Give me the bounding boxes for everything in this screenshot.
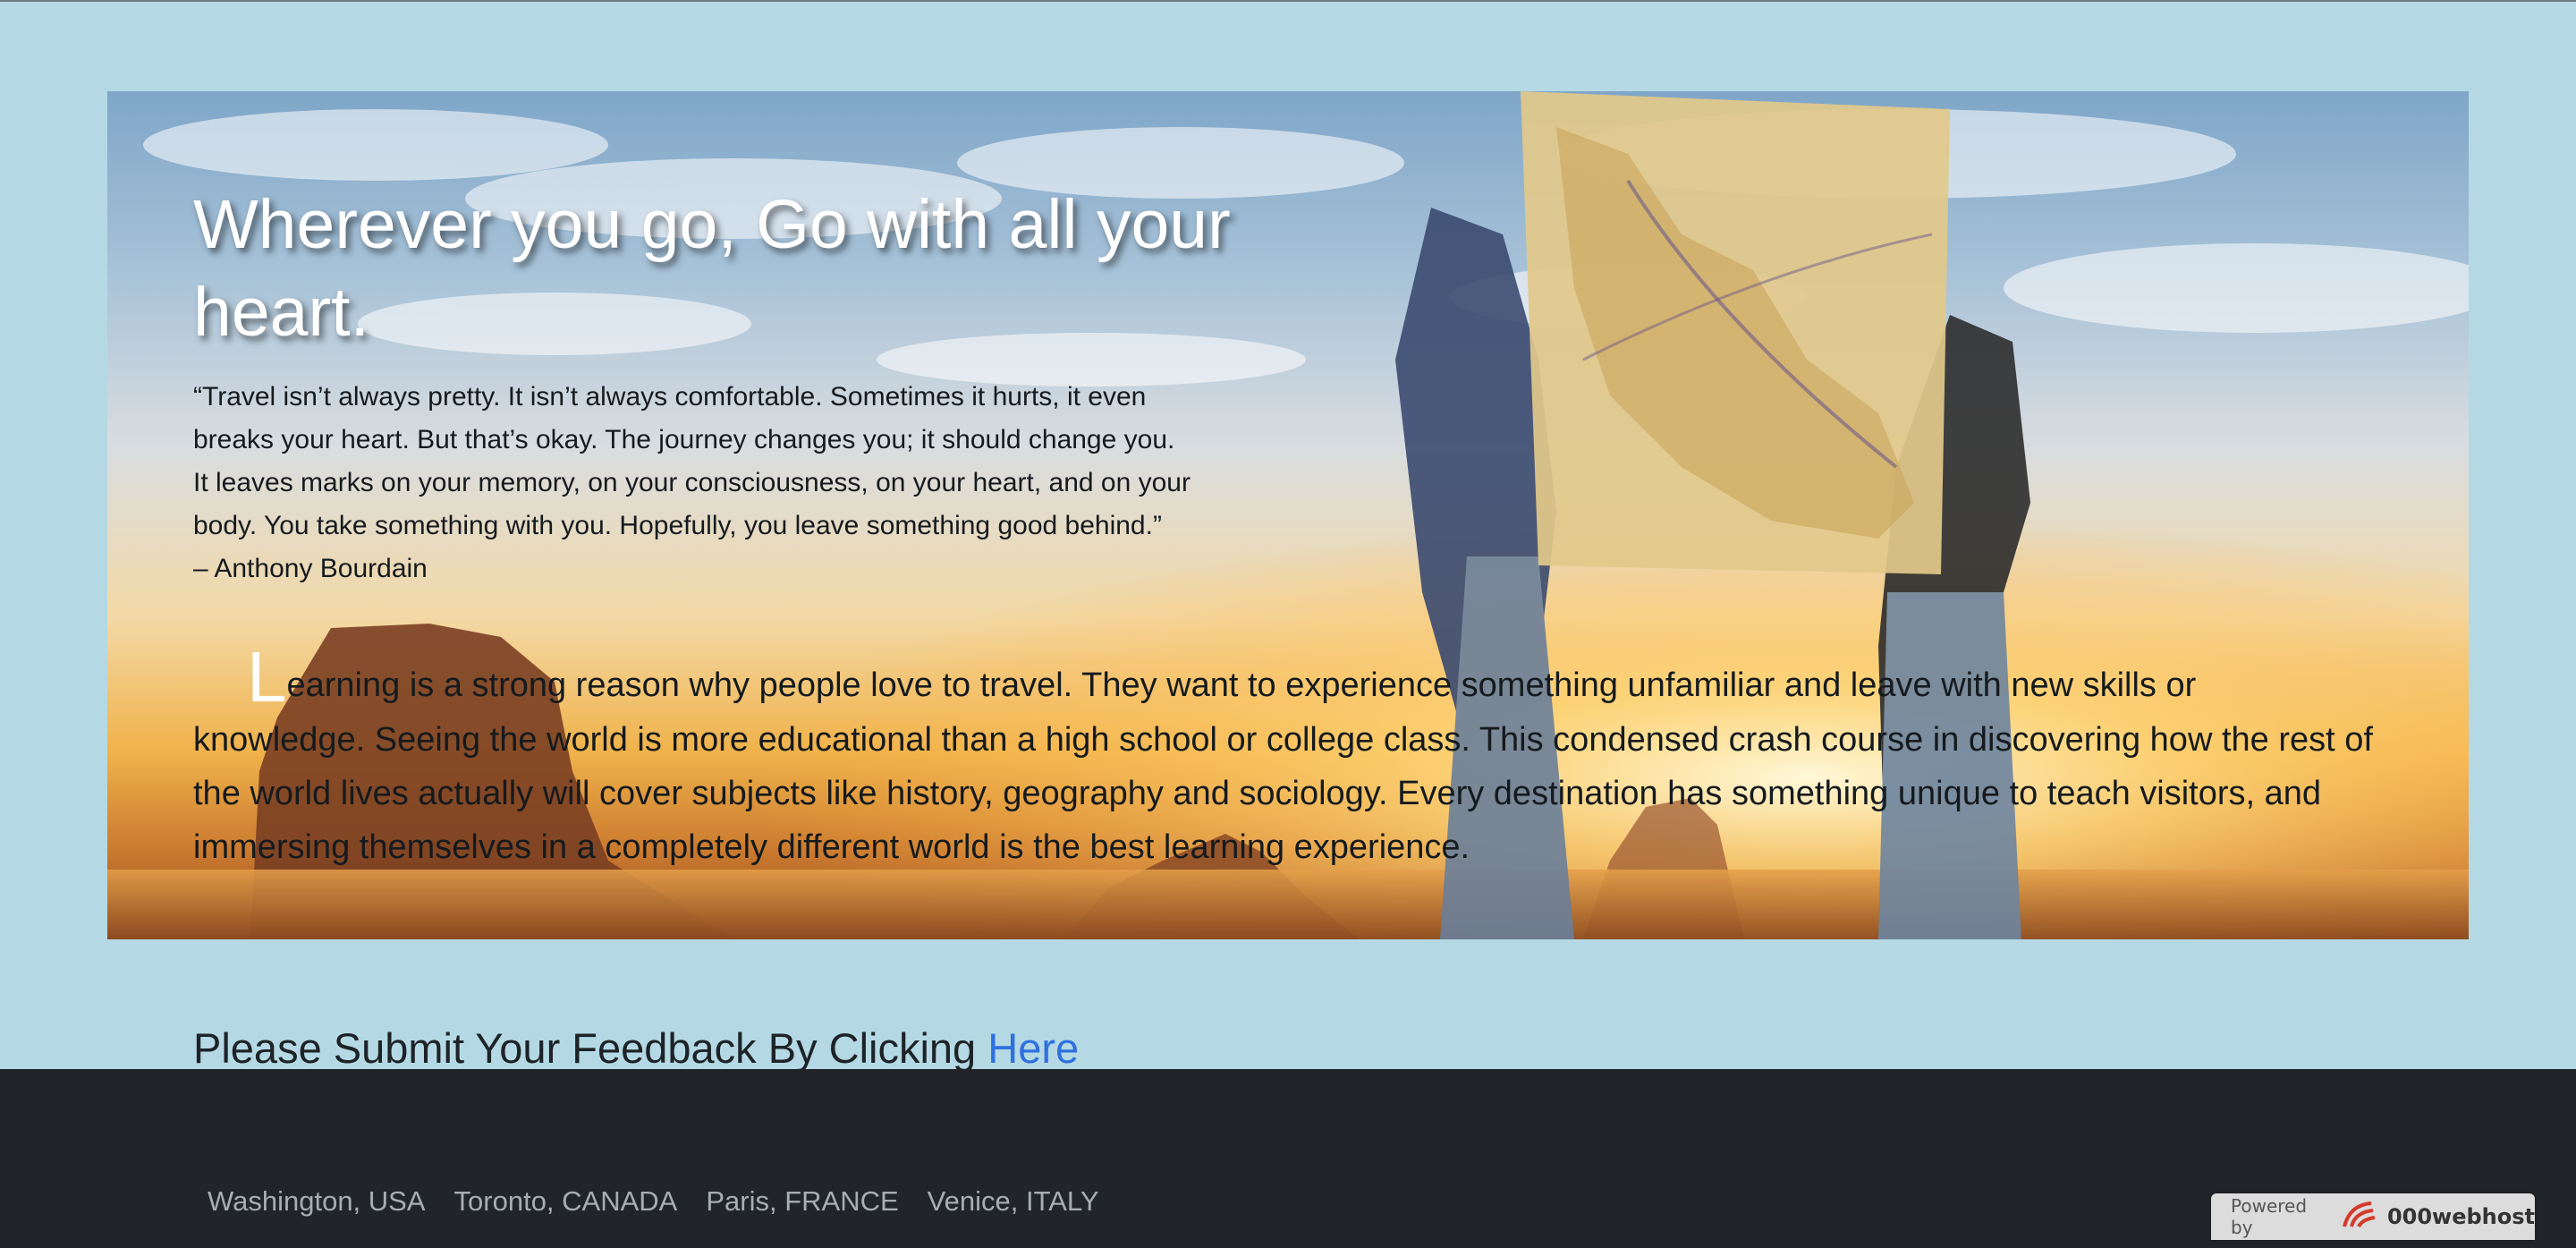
article-first-text: earning is a strong reason why people lo…: [286, 666, 2197, 704]
footer-link-paris[interactable]: Paris, FRANCE: [691, 1185, 912, 1218]
badge-brand: 000webhost: [2386, 1204, 2535, 1229]
footer-link-toronto[interactable]: Toronto, CANADA: [440, 1185, 692, 1218]
webhost-logo-icon: [2341, 1200, 2380, 1234]
dropcap-letter: L: [247, 637, 287, 717]
hero-content: Wherever you go, Go with all your heart.…: [193, 181, 2411, 590]
badge-label: Powered by: [2231, 1195, 2308, 1238]
feedback-text: Please Submit Your Feedback By Clicking: [193, 1024, 988, 1072]
footer-nav: Washington, USA Toronto, CANADA Paris, F…: [193, 1185, 1114, 1218]
quote-line: “Travel isn’t always pretty. It isn’t al…: [193, 382, 1147, 412]
powered-by-badge[interactable]: Powered by 000webhost: [2211, 1193, 2535, 1240]
article-first-line: Learning is a strong reason why people l…: [193, 641, 2402, 713]
footer-link-venice[interactable]: Venice, ITALY: [913, 1185, 1114, 1218]
top-border: [0, 0, 2576, 2]
feedback-link[interactable]: Here: [987, 1024, 1079, 1072]
feedback-prompt: Please Submit Your Feedback By Clicking …: [193, 1023, 1079, 1073]
hero-title: Wherever you go, Go with all your heart.: [193, 186, 1231, 351]
hero-banner: Wherever you go, Go with all your heart.…: [107, 91, 2469, 939]
article-paragraph: Learning is a strong reason why people l…: [193, 641, 2402, 874]
footer: Washington, USA Toronto, CANADA Paris, F…: [0, 1069, 2576, 1248]
travel-quote: “Travel isn’t always pretty. It isn’t al…: [193, 376, 1267, 590]
quote-line: It leaves marks on your memory, on your …: [193, 468, 1191, 497]
quote-author: – Anthony Bourdain: [193, 554, 428, 583]
quote-line: body. You take something with you. Hopef…: [193, 511, 1162, 540]
quote-line: breaks your heart. But that’s okay. The …: [193, 425, 1175, 454]
footer-link-washington[interactable]: Washington, USA: [193, 1185, 440, 1218]
article-body: knowledge. Seeing the world is more educ…: [193, 721, 2373, 866]
